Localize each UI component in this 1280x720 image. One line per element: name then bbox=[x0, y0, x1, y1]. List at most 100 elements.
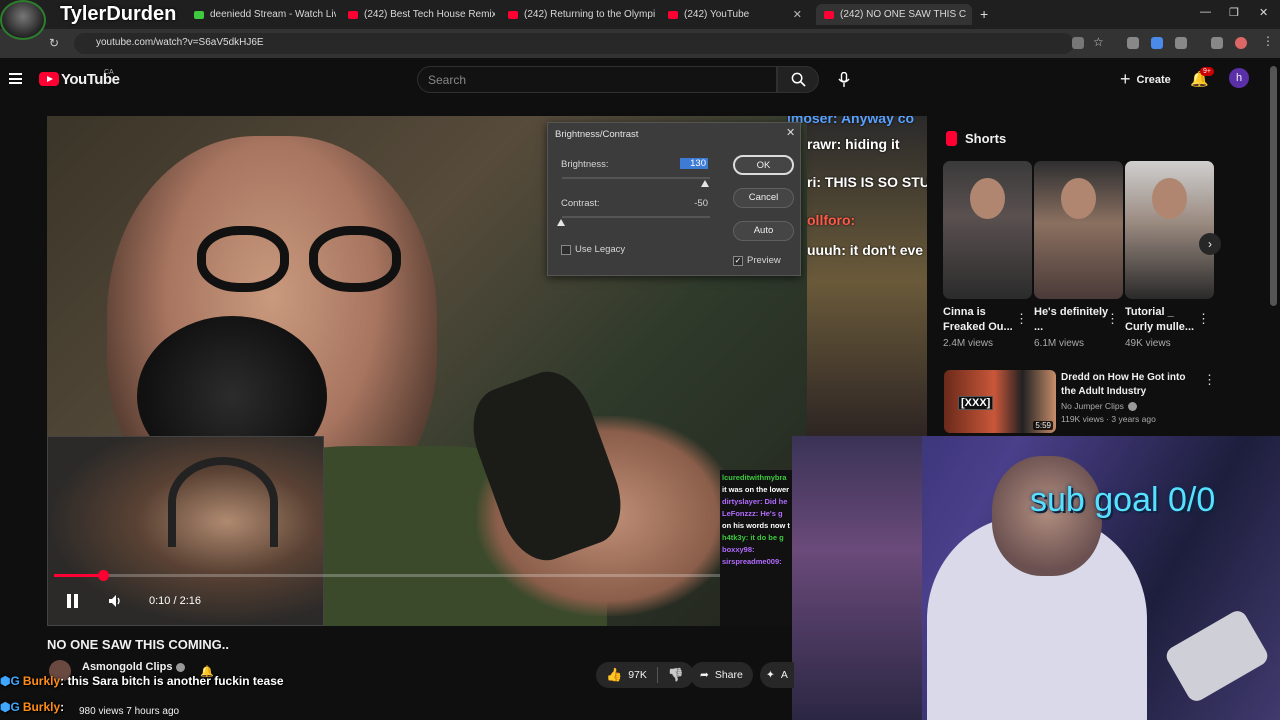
mini-chat-line: h4tk3y: it do be g bbox=[722, 533, 784, 542]
stream-chat-message: ⬢G Burkly: this Sara bitch is another fuc… bbox=[0, 674, 284, 688]
mini-chat-line: dirtyslayer: Did he bbox=[722, 497, 788, 506]
video-chat-line: uuuh: it don't eve bbox=[807, 242, 924, 258]
account-avatar[interactable]: h bbox=[1229, 68, 1249, 88]
video-meta: 980 views 7 hours ago bbox=[79, 706, 180, 717]
streamer-name: TylerDurden bbox=[60, 3, 177, 25]
video-time: 0:10 / 2:16 bbox=[149, 595, 201, 607]
pause-icon[interactable] bbox=[66, 594, 80, 608]
more-actions-icon[interactable]: ⋮ bbox=[1015, 311, 1028, 327]
profile-icon[interactable] bbox=[1235, 37, 1247, 49]
like-count: 97K bbox=[628, 669, 647, 681]
chat-badge-icon: ⬢G bbox=[0, 674, 20, 688]
share-button[interactable]: ➦ Share bbox=[690, 662, 753, 688]
search-input[interactable]: Search bbox=[417, 66, 777, 93]
new-tab-button[interactable]: + bbox=[980, 6, 988, 22]
auto-button[interactable]: Auto bbox=[733, 221, 794, 241]
dialog-close-icon[interactable]: ✕ bbox=[786, 126, 795, 139]
headphones bbox=[168, 457, 278, 547]
short-thumbnail[interactable] bbox=[1034, 161, 1123, 299]
reload-icon[interactable]: ↻ bbox=[49, 36, 59, 50]
menu-kebab-icon[interactable]: ⋮ bbox=[1262, 34, 1274, 48]
streamer-webcam bbox=[792, 436, 1280, 720]
youtube-favicon-icon bbox=[824, 10, 834, 19]
recommended-video-title[interactable]: Dredd on How He Got into the Adult Indus… bbox=[1061, 371, 1201, 399]
contrast-input[interactable]: -50 bbox=[680, 198, 708, 209]
bookmark-star-icon[interactable]: ☆ bbox=[1093, 35, 1104, 49]
extension-icon[interactable] bbox=[1151, 37, 1163, 49]
ok-button[interactable]: OK bbox=[733, 155, 794, 175]
brightness-slider-track[interactable] bbox=[562, 177, 710, 179]
more-actions-icon[interactable]: ⋮ bbox=[1197, 311, 1210, 327]
address-toolbar: ↻ youtube.com/watch?v=S6aV5dkHJ6E ☆ ⋮ bbox=[0, 29, 1280, 58]
thumbs-down-icon[interactable]: 👎 bbox=[668, 667, 684, 683]
mic-arm bbox=[1163, 607, 1271, 705]
restore-icon[interactable]: ❐ bbox=[1229, 6, 1239, 19]
youtube-favicon-icon bbox=[508, 10, 518, 19]
video-title: NO ONE SAW THIS COMING.. bbox=[47, 637, 230, 652]
browser-tab[interactable]: (242) Best Tech House Remixes ✕ bbox=[340, 4, 495, 25]
notification-count-badge: 9+ bbox=[1200, 67, 1214, 76]
address-bar[interactable]: youtube.com/watch?v=S6aV5dkHJ6E bbox=[74, 33, 1074, 54]
short-title[interactable]: He's definitely ... bbox=[1034, 305, 1110, 335]
sparkle-icon: ✦ bbox=[766, 669, 775, 681]
extensions-puzzle-icon[interactable] bbox=[1175, 37, 1187, 49]
recommended-channel-name[interactable]: No Jumper Clips bbox=[1061, 401, 1137, 412]
youtube-masthead: YouTube CA Search + Create 🔔 9+ h bbox=[0, 58, 1280, 102]
verified-badge-icon bbox=[176, 662, 186, 672]
plus-icon: + bbox=[1120, 69, 1131, 89]
extension-icon[interactable] bbox=[1127, 37, 1139, 49]
browser-tab-bar: deeniedd Stream - Watch Live · (242) Bes… bbox=[0, 0, 1280, 29]
search-button[interactable] bbox=[777, 66, 819, 93]
hanging-clothes bbox=[792, 436, 922, 720]
in-video-chat-panel: lcureditwithmybra it was on the lower di… bbox=[720, 470, 794, 626]
mini-chat-line: on his words now t bbox=[722, 521, 790, 530]
brightness-slider-thumb[interactable] bbox=[701, 180, 709, 187]
search-icon bbox=[791, 72, 806, 87]
browser-tab[interactable]: (242) YouTube ✕ bbox=[660, 4, 810, 25]
video-chat-line: ollforo: bbox=[807, 212, 856, 228]
short-title[interactable]: Cinna is Freaked Ou... bbox=[943, 305, 1019, 335]
install-app-icon[interactable] bbox=[1072, 37, 1084, 49]
more-actions-icon[interactable]: ⋮ bbox=[1203, 372, 1216, 388]
like-button[interactable]: 👍 97K 👎 bbox=[596, 662, 695, 688]
hamburger-menu-icon[interactable] bbox=[9, 73, 22, 84]
short-views: 49K views bbox=[1125, 338, 1171, 349]
close-tab-icon[interactable]: ✕ bbox=[793, 8, 802, 21]
video-duration: 5:59 bbox=[1033, 421, 1053, 430]
more-actions-icon[interactable]: ⋮ bbox=[1106, 311, 1119, 327]
page-scrollbar[interactable] bbox=[1270, 66, 1277, 306]
streamer-avatar bbox=[0, 0, 46, 40]
mini-chat-line: lcureditwithmybra bbox=[722, 473, 787, 482]
video-progress-bar[interactable] bbox=[54, 570, 720, 581]
minimize-icon[interactable]: — bbox=[1200, 6, 1211, 18]
create-button[interactable]: + Create bbox=[1120, 66, 1171, 93]
youtube-logo-icon[interactable] bbox=[39, 72, 59, 86]
recommended-video-thumbnail[interactable]: [XXX] 5:59 bbox=[944, 370, 1056, 433]
browser-tab-active[interactable]: (242) NO ONE SAW THIS C 🔊 ✕ bbox=[816, 4, 972, 25]
voice-search-button[interactable] bbox=[834, 66, 854, 93]
short-thumbnail[interactable] bbox=[1125, 161, 1214, 299]
volume-icon[interactable] bbox=[108, 594, 122, 611]
cancel-button[interactable]: Cancel bbox=[733, 188, 794, 208]
use-legacy-checkbox[interactable] bbox=[561, 245, 571, 255]
shorts-icon bbox=[946, 131, 957, 146]
more-actions-button[interactable]: ✦ A bbox=[760, 662, 794, 688]
short-thumbnail[interactable] bbox=[943, 161, 1032, 299]
browser-tab[interactable]: deeniedd Stream - Watch Live · bbox=[186, 4, 336, 25]
use-legacy-label: Use Legacy bbox=[575, 244, 626, 255]
brightness-label: Brightness: bbox=[561, 159, 609, 170]
kick-favicon-icon bbox=[194, 10, 204, 19]
channel-name[interactable]: Asmongold Clips bbox=[82, 661, 186, 673]
microphone-icon bbox=[838, 71, 850, 87]
preview-checkbox[interactable]: ✓ bbox=[733, 256, 743, 266]
media-control-icon[interactable] bbox=[1211, 37, 1223, 49]
recommended-video-meta: 119K views · 3 years ago bbox=[1061, 414, 1156, 424]
video-chat-line: rawr: hiding it bbox=[807, 136, 900, 152]
contrast-slider-thumb[interactable] bbox=[557, 219, 565, 226]
short-title[interactable]: Tutorial _ Curly mulle... bbox=[1125, 305, 1201, 335]
contrast-slider-track[interactable] bbox=[562, 216, 710, 218]
close-window-icon[interactable]: ✕ bbox=[1259, 6, 1268, 19]
chevron-right-icon[interactable]: › bbox=[1199, 233, 1221, 255]
brightness-input[interactable]: 130 bbox=[680, 158, 708, 169]
browser-tab[interactable]: (242) Returning to the Olympia ✕ bbox=[500, 4, 655, 25]
